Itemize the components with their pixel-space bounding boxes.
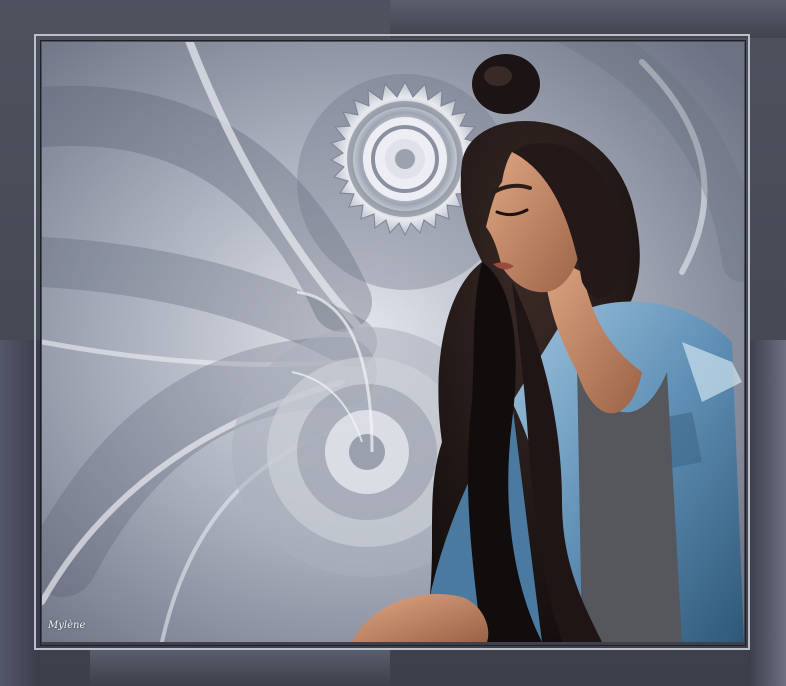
signature: Mylène — [48, 620, 86, 631]
frame-band-top — [390, 0, 786, 38]
artwork-canvas — [42, 42, 744, 642]
frame-band-right — [748, 340, 786, 686]
frame-band-bottom — [90, 650, 390, 686]
artwork-svg — [42, 42, 744, 642]
